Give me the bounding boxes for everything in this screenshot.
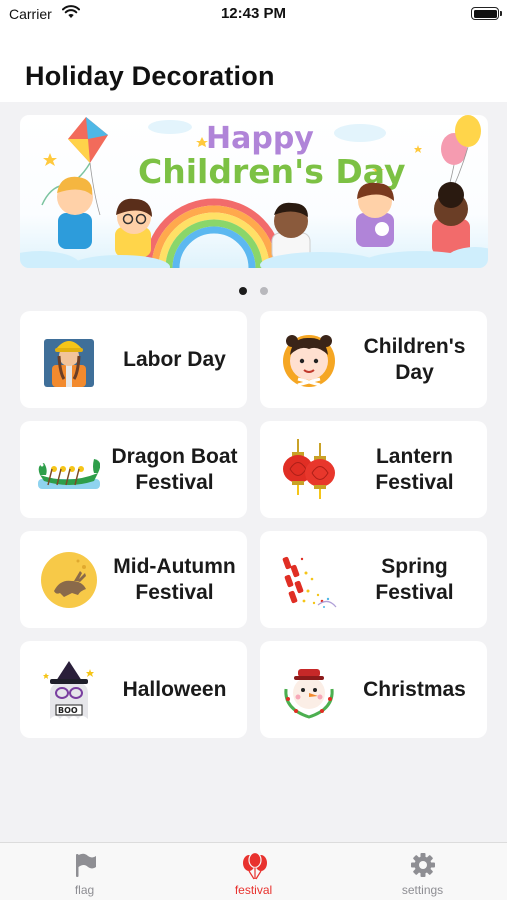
- red-lantern-icon: [283, 439, 335, 499]
- banner-title-happy: Happy: [206, 121, 314, 156]
- festival-card-childrens-day[interactable]: Children's Day: [260, 311, 487, 408]
- tab-settings[interactable]: settings: [338, 843, 507, 900]
- festival-card-halloween[interactable]: BOO Halloween: [20, 641, 247, 738]
- child-figure-5: [432, 182, 470, 255]
- rainbow-illustration: [144, 198, 284, 268]
- festival-card-label: Dragon Boat Festival: [111, 444, 238, 494]
- page-dot-2[interactable]: [259, 287, 268, 295]
- construction-worker-icon: [44, 339, 94, 387]
- childrens-day-illustration: Happy Children's Day: [20, 115, 488, 268]
- festival-card-label: Lantern Festival: [375, 444, 454, 494]
- child-figure-2: [115, 198, 152, 257]
- witch-ghost-icon: BOO: [43, 661, 94, 719]
- battery-icon: [471, 7, 502, 20]
- festival-card-lantern-festival[interactable]: Lantern Festival: [260, 421, 487, 518]
- gear-icon: [411, 853, 435, 877]
- festival-card-labor-day[interactable]: Labor Day: [20, 311, 247, 408]
- snowman-wreath-icon: [284, 669, 334, 719]
- tab-festival[interactable]: festival: [169, 843, 338, 900]
- moon-rabbit-icon: [41, 552, 97, 608]
- tab-label: festival: [234, 883, 273, 897]
- page-title: Holiday Decoration: [25, 61, 275, 91]
- festival-card-mid-autumn-festival[interactable]: Mid-Autumn Festival: [20, 531, 247, 628]
- child-face-icon: [283, 335, 335, 387]
- page-dot-1[interactable]: [239, 287, 248, 295]
- festival-card-dragon-boat-festival[interactable]: Dragon Boat Festival: [20, 421, 247, 518]
- festival-card-spring-festival[interactable]: Spring Festival: [260, 531, 487, 628]
- tab-label: flag: [74, 883, 95, 897]
- festival-card-label: Labor Day: [123, 347, 226, 371]
- festival-card-label: Christmas: [363, 677, 466, 701]
- navigation-header: Holiday Decoration: [0, 30, 507, 102]
- child-figure-3: [271, 202, 311, 262]
- festival-card-label: Mid-Autumn Festival: [113, 554, 236, 604]
- flag-icon: [76, 853, 96, 877]
- tab-label: settings: [401, 883, 444, 897]
- firecracker-icon: [282, 556, 337, 608]
- festival-card-christmas[interactable]: Christmas: [260, 641, 487, 738]
- banner-carousel[interactable]: Happy Children's Day: [20, 115, 488, 268]
- tab-flag[interactable]: flag: [0, 843, 169, 900]
- balloons-icon: [243, 852, 267, 880]
- child-figure-4: [356, 182, 394, 247]
- festival-card-label: Children's Day: [363, 334, 466, 384]
- status-bar: Carrier 12:43 PM: [0, 0, 507, 30]
- festival-card-label: Halloween: [122, 677, 227, 701]
- page-indicator[interactable]: [0, 282, 507, 300]
- status-time: 12:43 PM: [220, 5, 287, 22]
- tab-bar: flag festival settings: [0, 842, 507, 900]
- festival-card-label: Spring Festival: [375, 554, 454, 604]
- svg-text:BOO: BOO: [58, 706, 78, 715]
- child-figure-1: [57, 176, 93, 249]
- dragon-boat-icon: [38, 459, 100, 489]
